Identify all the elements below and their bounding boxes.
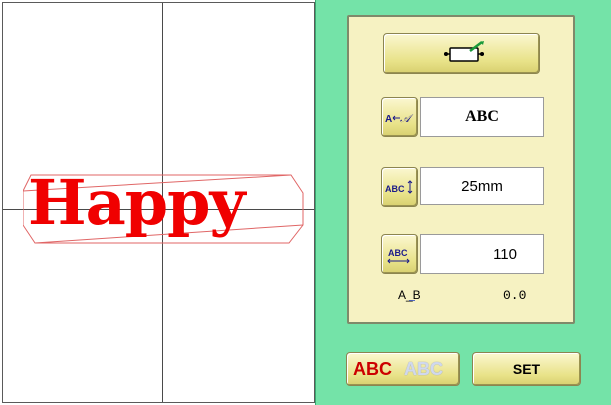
svg-text:𝒜: 𝒜	[400, 113, 414, 125]
text-height-field[interactable]: 25mm	[420, 167, 544, 205]
font-sample-primary: ABC	[353, 359, 392, 379]
embroidery-text-preview: Happy	[28, 166, 245, 239]
text-input-icon: A 𝒜	[385, 113, 414, 125]
text-width-icon: ABC	[387, 248, 410, 264]
hoop-frame-button[interactable]	[383, 33, 540, 74]
font-select-button[interactable]: ABC ABC	[346, 352, 460, 386]
hoop-frame-icon	[444, 41, 484, 62]
set-button[interactable]: SET	[472, 352, 581, 386]
svg-text:ABC: ABC	[385, 184, 405, 194]
text-input-button[interactable]: A 𝒜	[381, 97, 418, 137]
text-width-field[interactable]: 110	[420, 234, 544, 274]
letter-spacing-underline	[409, 300, 415, 301]
font-sample-secondary: ABC	[404, 359, 443, 379]
text-height-icon: ABC	[385, 180, 413, 194]
embroidery-lettering-screen: Happy A 𝒜 ABC ABC 25mm ABC 110 A_B 0.0 A…	[0, 0, 611, 405]
text-height-button[interactable]: ABC	[381, 167, 418, 207]
letter-spacing-value: 0.0	[503, 288, 527, 303]
svg-text:ABC: ABC	[388, 248, 408, 258]
svg-text:A: A	[385, 114, 392, 125]
text-width-button[interactable]: ABC	[381, 234, 418, 274]
text-value-field[interactable]: ABC	[420, 97, 544, 137]
